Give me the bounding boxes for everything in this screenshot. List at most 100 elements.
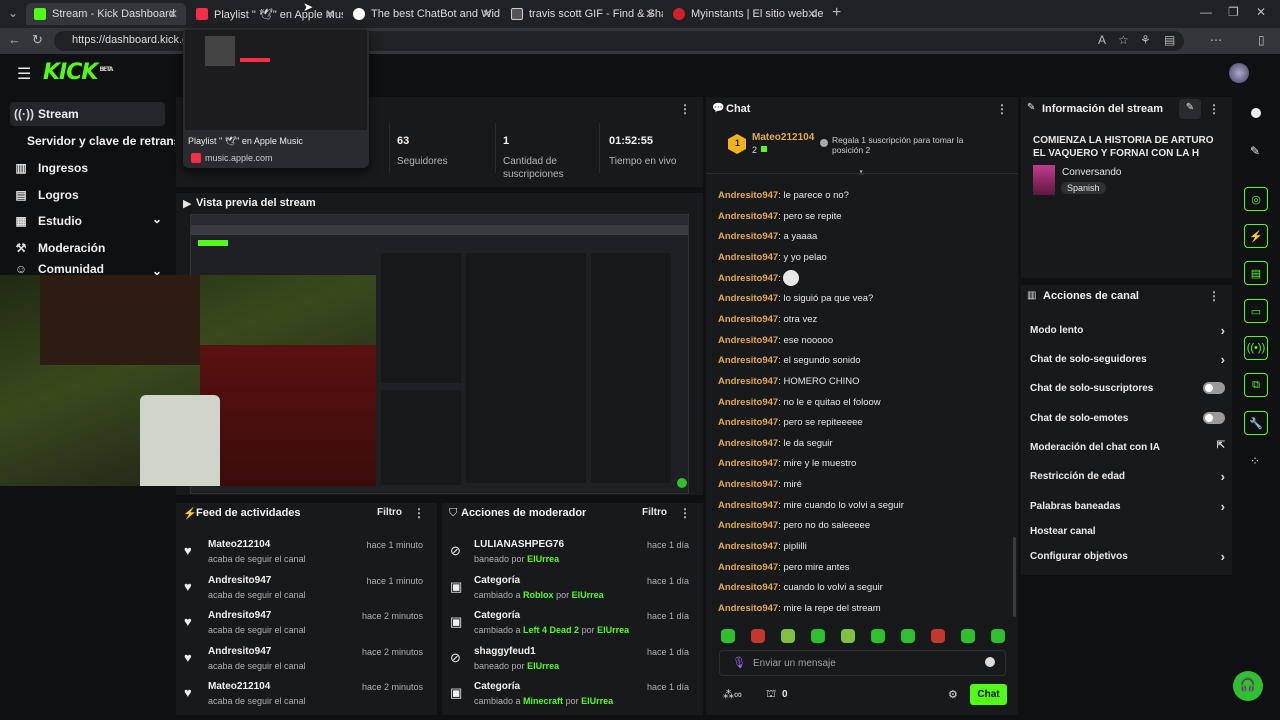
channel-action-6[interactable]: Restricción de edad ›: [1030, 469, 1225, 484]
sidebar-toggle-icon[interactable]: ▯: [1258, 33, 1265, 47]
reload-icon[interactable]: ↻: [32, 32, 43, 48]
rail-button-document[interactable]: ▤: [1244, 261, 1268, 285]
emote-icon[interactable]: [871, 629, 885, 643]
emote-icon[interactable]: [721, 629, 735, 643]
treasure-icon[interactable]: ⛫: [766, 688, 776, 702]
more-options-icon[interactable]: ⋮: [413, 506, 425, 520]
list-item[interactable]: ⊘ shaggyfeud1 baneado por ElUrrea hace 1 dí…: [442, 646, 699, 682]
gear-icon[interactable]: ⚙: [948, 688, 958, 701]
chat-username[interactable]: Andresito947: [718, 582, 778, 593]
toggle-switch[interactable]: [1203, 382, 1225, 394]
mod-target[interactable]: shaggyfeud1: [474, 646, 536, 657]
chat-username[interactable]: Andresito947: [718, 500, 778, 511]
channel-action-4[interactable]: Chat de solo-emotes: [1030, 412, 1225, 424]
activity-user[interactable]: Andresito947: [208, 646, 271, 657]
mod-target[interactable]: Categoría: [474, 681, 520, 692]
hamburger-menu-icon[interactable]: ☰: [17, 64, 31, 84]
mod-target[interactable]: Categoría: [474, 575, 520, 586]
extensions-dots-icon[interactable]: ⁘: [1250, 454, 1260, 468]
chat-username[interactable]: Andresito947: [718, 293, 778, 304]
user-avatar[interactable]: [1229, 63, 1249, 83]
chat-username[interactable]: Andresito947: [718, 603, 778, 614]
emote-icon[interactable]: [991, 629, 1005, 643]
mod-target[interactable]: Categoría: [474, 610, 520, 621]
sidebar-item-community[interactable]: ☺ Comunidad ⌄: [14, 262, 162, 276]
activity-user[interactable]: Mateo212104: [208, 539, 270, 550]
channel-action-3[interactable]: Chat de solo-suscriptores: [1030, 382, 1225, 394]
mod-by[interactable]: ElUrrea: [527, 661, 559, 671]
list-item[interactable]: ▣ Categoría cambiado a Left 4 Dead 2 por E…: [442, 610, 699, 646]
close-tab-icon[interactable]: ✕: [168, 7, 178, 21]
mod-target[interactable]: LULIANASHPEG76: [474, 539, 564, 550]
rail-button-tools[interactable]: 🔧: [1244, 411, 1268, 435]
mod-by[interactable]: ElUrrea: [597, 625, 629, 635]
favorite-icon[interactable]: ☆: [1118, 33, 1129, 47]
emote-icon[interactable]: [781, 629, 795, 643]
category-name[interactable]: Conversando: [1062, 167, 1121, 178]
more-options-icon[interactable]: ⋮: [679, 506, 691, 520]
emote-icon[interactable]: [811, 629, 825, 643]
info-circle-icon[interactable]: [1251, 108, 1261, 118]
rail-button-broadcast[interactable]: ((•)): [1244, 336, 1268, 360]
emote-icon[interactable]: [961, 629, 975, 643]
pinned-user[interactable]: Mateo212104: [752, 132, 814, 143]
chat-input[interactable]: 🎙 Enviar un mensaje: [719, 650, 1006, 676]
list-item[interactable]: ⊘ LULIANASHPEG76 baneado por ElUrrea hace 1…: [442, 539, 699, 575]
kick-logo[interactable]: KICK BETA: [43, 60, 113, 85]
tab-list-icon[interactable]: ⌄: [8, 6, 18, 20]
channel-action-5[interactable]: Moderación del chat con IA ⇱: [1030, 440, 1225, 453]
mod-by[interactable]: ElUrrea: [581, 696, 613, 706]
chat-username[interactable]: Andresito947: [718, 211, 778, 222]
chat-username[interactable]: Andresito947: [718, 252, 778, 263]
back-icon[interactable]: ←: [8, 32, 21, 47]
activity-user[interactable]: Andresito947: [208, 610, 271, 621]
emote-icon[interactable]: [751, 629, 765, 643]
collections-icon[interactable]: ▤: [1164, 33, 1175, 47]
list-item[interactable]: ♥ Andresito947 acaba de seguir el canal hac…: [176, 646, 433, 682]
more-options-icon[interactable]: ⋮: [1208, 102, 1220, 116]
sidebar-item-stream-key[interactable]: Servidor y clave de retransm: [27, 130, 175, 152]
chat-username[interactable]: Andresito947: [718, 520, 778, 531]
browser-menu-icon[interactable]: ⋯: [1210, 33, 1222, 47]
activity-filter-button[interactable]: Filtro: [377, 507, 402, 518]
channel-action-1[interactable]: Modo lento ›: [1030, 323, 1225, 338]
emote-icon[interactable]: [841, 629, 855, 643]
list-item[interactable]: ♥ Mateo212104 acaba de seguir el canal hace…: [176, 539, 433, 575]
tab-chatbot[interactable]: The best ChatBot and Widgets for ✕: [345, 3, 500, 25]
chat-username[interactable]: Andresito947: [718, 376, 778, 387]
read-aloud-icon[interactable]: A: [1098, 33, 1106, 47]
channel-action-2[interactable]: Chat de solo-seguidores ›: [1030, 352, 1225, 367]
chat-username[interactable]: Andresito947: [718, 417, 778, 428]
list-item[interactable]: ▣ Categoría cambiado a Minecraft por ElUrr…: [442, 681, 699, 717]
mod-category[interactable]: Roblox: [523, 590, 554, 600]
more-options-icon[interactable]: ⋮: [1208, 289, 1220, 303]
sidebar-item-studio[interactable]: ▦ Estudio ⌄: [14, 210, 162, 232]
close-tab-icon[interactable]: ✕: [645, 7, 655, 21]
emote-icon[interactable]: [901, 629, 915, 643]
tab-gif[interactable]: travis scott GIF - Find & Share on ✕: [503, 3, 663, 25]
maximize-icon[interactable]: ❐: [1228, 5, 1239, 19]
new-tab-icon[interactable]: +: [832, 4, 841, 22]
rail-button-popout[interactable]: ⧉: [1244, 373, 1268, 397]
chat-username[interactable]: Andresito947: [718, 314, 778, 325]
chat-username[interactable]: Andresito947: [718, 479, 778, 490]
mod-by[interactable]: ElUrrea: [572, 590, 604, 600]
chat-username[interactable]: Andresito947: [718, 397, 778, 408]
emote-icon[interactable]: [931, 629, 945, 643]
chat-username[interactable]: Andresito947: [718, 355, 778, 366]
microphone-icon[interactable]: 🎙: [732, 656, 746, 669]
rail-button-camera[interactable]: ◎: [1244, 187, 1268, 211]
chat-username[interactable]: Andresito947: [718, 458, 778, 469]
tab-kick-dashboard[interactable]: Stream - Kick Dashboard ✕: [26, 3, 186, 25]
toggle-switch[interactable]: [1203, 412, 1225, 424]
chat-username[interactable]: Andresito947: [718, 562, 778, 573]
close-tab-icon[interactable]: ✕: [325, 7, 335, 21]
mod-actions-filter-button[interactable]: Filtro: [642, 507, 667, 518]
mod-by[interactable]: ElUrrea: [527, 554, 559, 564]
close-window-icon[interactable]: ✕: [1256, 5, 1266, 19]
pencil-icon[interactable]: ✎: [1250, 144, 1260, 158]
support-headset-icon[interactable]: 🎧: [1233, 671, 1263, 701]
sidebar-item-stream[interactable]: ((·)) Stream: [14, 103, 79, 125]
tab-apple-music[interactable]: Playlist " 🕊" en Apple Music ✕: [188, 3, 343, 25]
list-item[interactable]: ♥ Andresito947 acaba de seguir el canal hac…: [176, 575, 433, 611]
